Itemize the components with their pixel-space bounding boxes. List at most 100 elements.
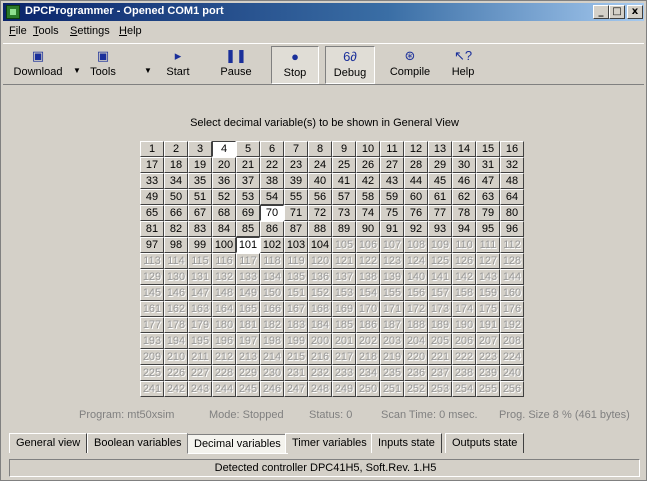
tab-outputs-state[interactable]: Outputs state xyxy=(445,433,525,453)
variable-cell-40[interactable]: 40 xyxy=(308,173,332,189)
variable-cell-85[interactable]: 85 xyxy=(236,221,260,237)
variable-cell-102[interactable]: 102 xyxy=(260,237,284,253)
variable-cell-15[interactable]: 15 xyxy=(476,141,500,157)
variable-cell-73[interactable]: 73 xyxy=(332,205,356,221)
variable-cell-20[interactable]: 20 xyxy=(212,157,236,173)
menu-tools[interactable]: Tools xyxy=(33,25,59,37)
tools-dropdown-icon[interactable]: ▼ xyxy=(144,66,152,75)
variable-cell-92[interactable]: 92 xyxy=(404,221,428,237)
variable-cell-25[interactable]: 25 xyxy=(332,157,356,173)
menu-help[interactable]: Help xyxy=(119,25,142,37)
variable-cell-42[interactable]: 42 xyxy=(356,173,380,189)
tab-boolean-variables[interactable]: Boolean variables xyxy=(87,433,189,453)
variable-cell-95[interactable]: 95 xyxy=(476,221,500,237)
variable-cell-48[interactable]: 48 xyxy=(500,173,524,189)
variable-cell-67[interactable]: 67 xyxy=(188,205,212,221)
variable-cell-94[interactable]: 94 xyxy=(452,221,476,237)
variable-cell-45[interactable]: 45 xyxy=(428,173,452,189)
variable-cell-10[interactable]: 10 xyxy=(356,141,380,157)
title-bar[interactable]: DPCProgrammer - Opened COM1 port _ □ x xyxy=(3,3,644,21)
variable-cell-46[interactable]: 46 xyxy=(452,173,476,189)
variable-cell-58[interactable]: 58 xyxy=(356,189,380,205)
variable-cell-38[interactable]: 38 xyxy=(260,173,284,189)
variable-cell-77[interactable]: 77 xyxy=(428,205,452,221)
variable-cell-99[interactable]: 99 xyxy=(188,237,212,253)
tab-inputs-state[interactable]: Inputs state xyxy=(371,433,442,453)
download-button[interactable]: ▣ Download xyxy=(11,46,65,84)
variable-cell-22[interactable]: 22 xyxy=(260,157,284,173)
variable-cell-9[interactable]: 9 xyxy=(332,141,356,157)
variable-cell-83[interactable]: 83 xyxy=(188,221,212,237)
tab-general-view[interactable]: General view xyxy=(9,433,88,453)
variable-cell-21[interactable]: 21 xyxy=(236,157,260,173)
variable-cell-37[interactable]: 37 xyxy=(236,173,260,189)
variable-cell-57[interactable]: 57 xyxy=(332,189,356,205)
variable-cell-13[interactable]: 13 xyxy=(428,141,452,157)
variable-cell-70[interactable]: 70 xyxy=(260,205,284,221)
variable-cell-12[interactable]: 12 xyxy=(404,141,428,157)
variable-cell-39[interactable]: 39 xyxy=(284,173,308,189)
variable-cell-30[interactable]: 30 xyxy=(452,157,476,173)
variable-cell-7[interactable]: 7 xyxy=(284,141,308,157)
help-button[interactable]: ↖? Help xyxy=(443,46,483,84)
variable-cell-26[interactable]: 26 xyxy=(356,157,380,173)
variable-cell-80[interactable]: 80 xyxy=(500,205,524,221)
variable-cell-74[interactable]: 74 xyxy=(356,205,380,221)
variable-cell-86[interactable]: 86 xyxy=(260,221,284,237)
variable-cell-4[interactable]: 4 xyxy=(212,141,236,157)
close-button[interactable]: x xyxy=(627,5,643,19)
variable-cell-76[interactable]: 76 xyxy=(404,205,428,221)
tools-button[interactable]: ▣ Tools xyxy=(83,46,123,84)
variable-cell-87[interactable]: 87 xyxy=(284,221,308,237)
variable-cell-16[interactable]: 16 xyxy=(500,141,524,157)
variable-cell-53[interactable]: 53 xyxy=(236,189,260,205)
variable-cell-5[interactable]: 5 xyxy=(236,141,260,157)
variable-cell-24[interactable]: 24 xyxy=(308,157,332,173)
variable-cell-54[interactable]: 54 xyxy=(260,189,284,205)
menu-settings[interactable]: Settings xyxy=(70,25,110,37)
variable-cell-62[interactable]: 62 xyxy=(452,189,476,205)
tab-timer-variables[interactable]: Timer variables xyxy=(285,433,374,453)
variable-cell-29[interactable]: 29 xyxy=(428,157,452,173)
variable-cell-41[interactable]: 41 xyxy=(332,173,356,189)
variable-cell-69[interactable]: 69 xyxy=(236,205,260,221)
variable-cell-35[interactable]: 35 xyxy=(188,173,212,189)
variable-cell-90[interactable]: 90 xyxy=(356,221,380,237)
variable-cell-93[interactable]: 93 xyxy=(428,221,452,237)
stop-button[interactable]: ● Stop xyxy=(271,46,319,84)
variable-cell-71[interactable]: 71 xyxy=(284,205,308,221)
variable-cell-47[interactable]: 47 xyxy=(476,173,500,189)
variable-cell-59[interactable]: 59 xyxy=(380,189,404,205)
maximize-button[interactable]: □ xyxy=(609,5,625,19)
variable-cell-14[interactable]: 14 xyxy=(452,141,476,157)
menu-file[interactable]: File xyxy=(9,25,27,37)
minimize-button[interactable]: _ xyxy=(593,5,609,19)
variable-cell-34[interactable]: 34 xyxy=(164,173,188,189)
variable-cell-79[interactable]: 79 xyxy=(476,205,500,221)
variable-cell-96[interactable]: 96 xyxy=(500,221,524,237)
variable-cell-51[interactable]: 51 xyxy=(188,189,212,205)
variable-cell-84[interactable]: 84 xyxy=(212,221,236,237)
variable-cell-97[interactable]: 97 xyxy=(140,237,164,253)
variable-cell-52[interactable]: 52 xyxy=(212,189,236,205)
tab-decimal-variables[interactable]: Decimal variables xyxy=(187,434,288,454)
variable-cell-103[interactable]: 103 xyxy=(284,237,308,253)
variable-cell-3[interactable]: 3 xyxy=(188,141,212,157)
variable-cell-68[interactable]: 68 xyxy=(212,205,236,221)
variable-cell-43[interactable]: 43 xyxy=(380,173,404,189)
variable-cell-89[interactable]: 89 xyxy=(332,221,356,237)
pause-button[interactable]: ❚❚ Pause xyxy=(215,46,257,84)
variable-cell-60[interactable]: 60 xyxy=(404,189,428,205)
download-dropdown-icon[interactable]: ▼ xyxy=(73,66,81,75)
variable-cell-18[interactable]: 18 xyxy=(164,157,188,173)
variable-cell-61[interactable]: 61 xyxy=(428,189,452,205)
variable-cell-66[interactable]: 66 xyxy=(164,205,188,221)
variable-cell-11[interactable]: 11 xyxy=(380,141,404,157)
variable-cell-36[interactable]: 36 xyxy=(212,173,236,189)
variable-cell-98[interactable]: 98 xyxy=(164,237,188,253)
variable-cell-56[interactable]: 56 xyxy=(308,189,332,205)
variable-cell-78[interactable]: 78 xyxy=(452,205,476,221)
variable-cell-88[interactable]: 88 xyxy=(308,221,332,237)
variable-cell-49[interactable]: 49 xyxy=(140,189,164,205)
variable-cell-72[interactable]: 72 xyxy=(308,205,332,221)
